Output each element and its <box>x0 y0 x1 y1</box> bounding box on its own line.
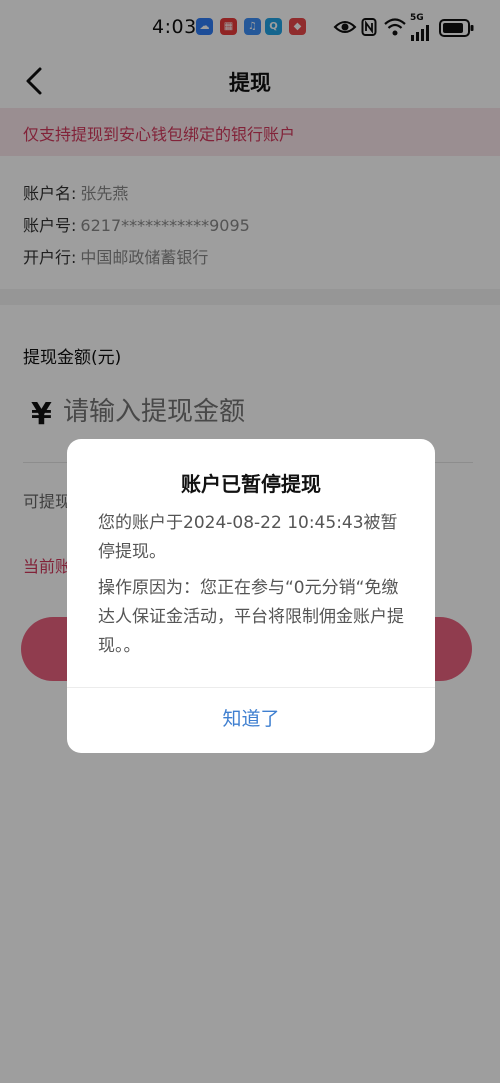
dialog-confirm-button[interactable]: 知道了 <box>67 688 435 753</box>
dialog-message-reason: 操作原因为：您正在参与“0元分销“免缴达人保证金活动，平台将限制佣金账户提现。。 <box>98 578 404 656</box>
dialog-title: 账户已暂停提现 <box>181 472 321 496</box>
suspend-dialog: 账户已暂停提现 您的账户于2024-08-22 10:45:43被暂停提现。 操… <box>67 439 435 753</box>
dialog-message: 您的账户于2024-08-22 10:45:43被暂停提现。 操作原因为：您正在… <box>98 509 410 668</box>
dialog-message-time: 您的账户于2024-08-22 10:45:43被暂停提现。 <box>98 513 398 562</box>
